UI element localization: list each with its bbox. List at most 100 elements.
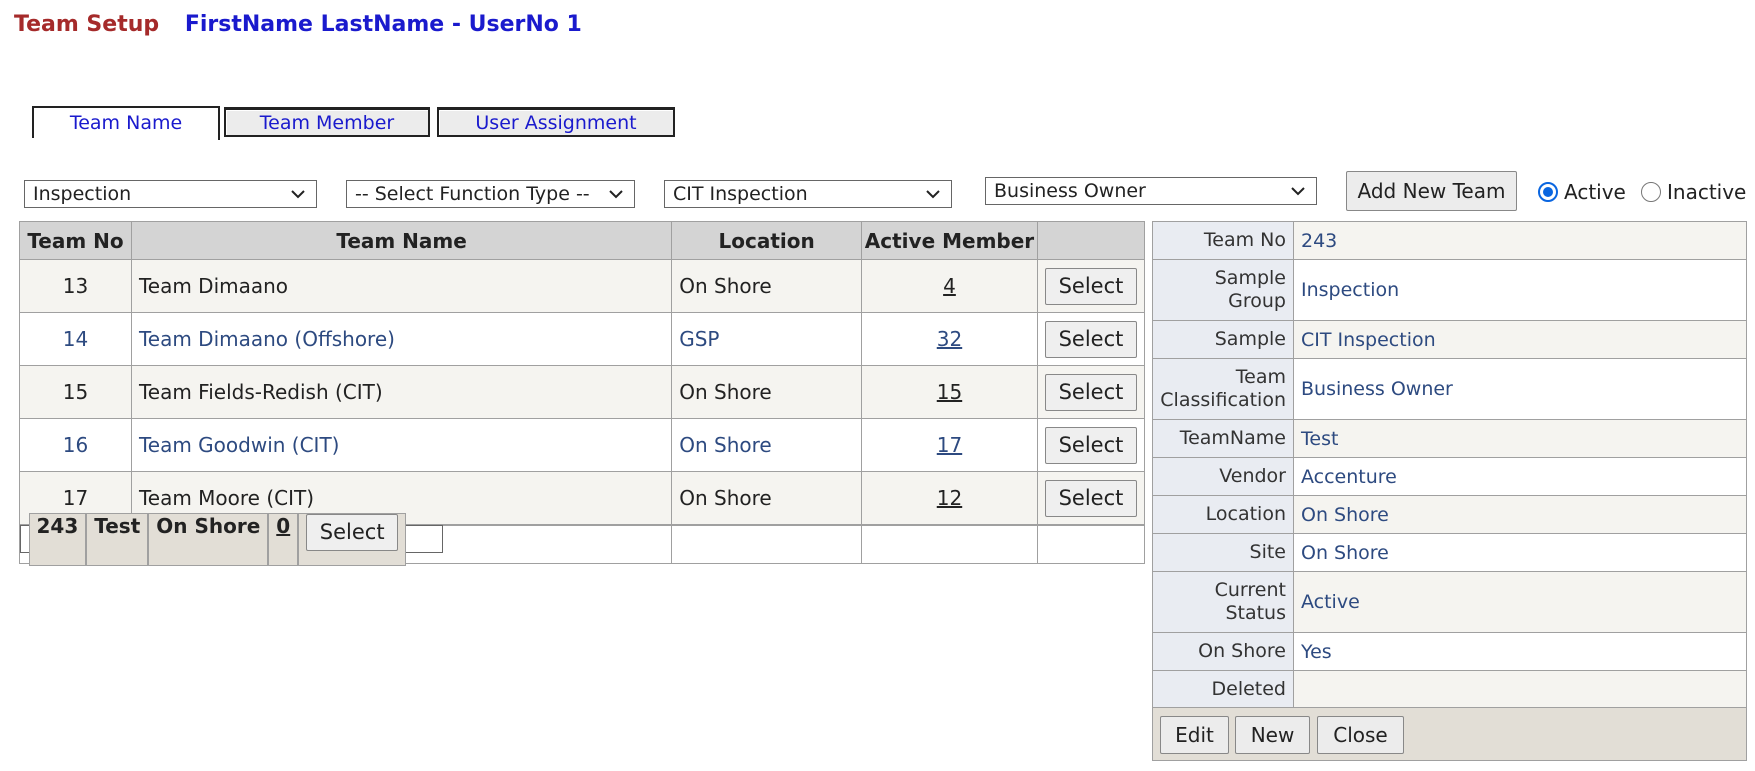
app-title: Team Setup [14, 12, 160, 37]
active-member-link[interactable]: 0 [276, 514, 290, 538]
active-member-link[interactable]: 17 [937, 433, 962, 457]
status-radio-active[interactable]: Active [1538, 180, 1626, 204]
cell-active-member: 32 [860, 312, 1038, 366]
table-row[interactable]: 13 Team Dimaano On Shore 4 Select [19, 259, 1146, 313]
detail-row: Current Status Active [1152, 571, 1747, 633]
cell-active-member: 15 [860, 365, 1038, 419]
table-row-selected[interactable]: 243 Test On Shore 0 Select [19, 512, 444, 566]
cell-team-name: Team Dimaano [130, 259, 673, 313]
table-row[interactable]: 16 Team Goodwin (CIT) On Shore 17 Select [19, 418, 1146, 472]
active-member-link[interactable]: 4 [943, 274, 956, 298]
details-button-bar: Edit New Close [1152, 707, 1747, 761]
detail-value: 243 [1293, 221, 1747, 260]
cell-action: Select [298, 512, 407, 566]
cell-location: GSP [671, 312, 862, 366]
detail-value: CIT Inspection [1293, 320, 1747, 359]
radio-active-label: Active [1564, 180, 1626, 204]
tab-team-member[interactable]: Team Member [224, 107, 430, 137]
cell-location: On Shore [671, 471, 862, 525]
status-radio-inactive[interactable]: Inactive [1641, 180, 1746, 204]
detail-label: Site [1152, 533, 1294, 572]
detail-row: Sample Group Inspection [1152, 259, 1747, 321]
radio-unselected-icon[interactable] [1641, 182, 1661, 202]
detail-label: TeamName [1152, 419, 1294, 458]
detail-row: TeamName Test [1152, 419, 1747, 458]
detail-row: Location On Shore [1152, 495, 1747, 534]
sample-select-value: CIT Inspection [673, 183, 808, 205]
new-button[interactable]: New [1235, 716, 1310, 754]
add-new-team-button[interactable]: Add New Team [1346, 171, 1517, 211]
sample-select[interactable]: CIT Inspection [664, 180, 952, 208]
cell-team-name: Team Fields-Redish (CIT) [130, 365, 673, 419]
active-member-link[interactable]: 32 [937, 327, 962, 351]
tab-user-assignment[interactable]: User Assignment [437, 107, 675, 137]
detail-value: Test [1293, 419, 1747, 458]
cell-team-name: Team Goodwin (CIT) [130, 418, 673, 472]
select-button[interactable]: Select [1044, 267, 1137, 305]
radio-inactive-label: Inactive [1667, 180, 1747, 204]
team-details-panel: Team No 243 Sample Group Inspection Sample… [1152, 221, 1747, 709]
table-header-row: Team No Team Name Location Active Member [19, 221, 1146, 260]
function-type-select-value: -- Select Function Type -- [355, 183, 590, 205]
cell-action: Select [1036, 312, 1146, 366]
chevron-down-icon [1291, 187, 1305, 196]
footer-empty-cell [860, 525, 1038, 564]
detail-row: On Shore Yes [1152, 632, 1747, 671]
function-type-select[interactable]: -- Select Function Type -- [346, 180, 635, 208]
detail-label: Current Status [1152, 571, 1294, 633]
select-button[interactable]: Select [1044, 320, 1137, 358]
user-name: FirstName LastName - UserNo 1 [184, 12, 582, 37]
table-row[interactable]: 14 Team Dimaano (Offshore) GSP 32 Select [19, 312, 1146, 366]
cell-action: Select [1036, 418, 1146, 472]
table-row[interactable]: 15 Team Fields-Redish (CIT) On Shore 15 … [19, 365, 1146, 419]
detail-label: Deleted [1152, 670, 1294, 709]
detail-label: Team No [1152, 221, 1294, 260]
cell-action: Select [1036, 259, 1146, 313]
group-select[interactable]: Inspection [24, 180, 317, 208]
detail-value: On Shore [1293, 495, 1747, 534]
tab-team-name[interactable]: Team Name [32, 106, 220, 140]
classification-select-value: Business Owner [994, 180, 1146, 202]
detail-value: On Shore [1293, 533, 1747, 572]
classification-select[interactable]: Business Owner [985, 177, 1317, 205]
detail-label: On Shore [1152, 632, 1294, 671]
footer-empty-cell [671, 525, 862, 564]
chevron-down-icon [926, 190, 940, 199]
select-button[interactable]: Select [1044, 479, 1137, 517]
radio-selected-icon[interactable] [1538, 182, 1558, 202]
detail-row: Vendor Accenture [1152, 457, 1747, 496]
page-header: Team Setup FirstName LastName - UserNo 1 [14, 12, 582, 37]
select-button[interactable]: Select [306, 513, 399, 551]
active-member-link[interactable]: 12 [937, 486, 962, 510]
cell-team-no: 15 [19, 365, 132, 419]
cell-action: Select [1036, 471, 1146, 525]
detail-value: Active [1293, 571, 1747, 633]
detail-value: Business Owner [1293, 358, 1747, 420]
cell-active-member: 0 [268, 512, 299, 566]
cell-location: On Shore [671, 418, 862, 472]
cell-action: Select [1036, 365, 1146, 419]
detail-row: Sample CIT Inspection [1152, 320, 1747, 359]
column-header-team-no[interactable]: Team No [19, 221, 132, 260]
detail-label: Sample [1152, 320, 1294, 359]
detail-value: Inspection [1293, 259, 1747, 321]
cell-active-member: 4 [860, 259, 1038, 313]
cell-location: On Shore [671, 259, 862, 313]
footer-empty-cell [1036, 525, 1146, 564]
chevron-down-icon [291, 190, 305, 199]
cell-active-member: 12 [860, 471, 1038, 525]
edit-button[interactable]: Edit [1160, 716, 1229, 754]
cell-team-no: 13 [19, 259, 132, 313]
cell-team-name: Test [86, 512, 149, 566]
select-button[interactable]: Select [1044, 426, 1137, 464]
detail-label: Location [1152, 495, 1294, 534]
detail-row: Site On Shore [1152, 533, 1747, 572]
column-header-location[interactable]: Location [671, 221, 862, 260]
column-header-active-member[interactable]: Active Member [860, 221, 1038, 260]
column-header-team-name[interactable]: Team Name [130, 221, 673, 260]
detail-row: Team No 243 [1152, 221, 1747, 260]
select-button[interactable]: Select [1044, 373, 1137, 411]
close-button[interactable]: Close [1317, 716, 1404, 754]
cell-team-name: Team Dimaano (Offshore) [130, 312, 673, 366]
active-member-link[interactable]: 15 [937, 380, 962, 404]
